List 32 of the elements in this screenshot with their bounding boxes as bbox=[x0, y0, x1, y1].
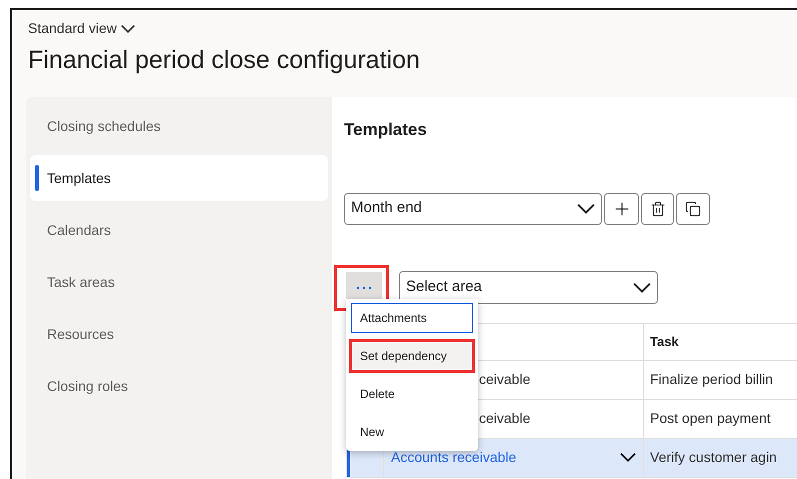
table-cell-text: Post open payment bbox=[650, 409, 771, 428]
chevron-down-icon bbox=[577, 204, 595, 214]
sidebar-item[interactable]: Task areas bbox=[30, 259, 328, 305]
sidebar-item[interactable]: Closing schedules bbox=[30, 103, 328, 149]
sidebar-item[interactable]: Templates bbox=[30, 155, 328, 201]
chevron-down-icon bbox=[120, 24, 135, 32]
more-icon bbox=[356, 286, 372, 290]
chevron-down-icon bbox=[620, 453, 636, 462]
trash-icon bbox=[650, 200, 666, 216]
menu-item[interactable]: Set dependency bbox=[352, 342, 472, 370]
copy-icon bbox=[685, 200, 701, 216]
table-cell-text: ceivable bbox=[479, 409, 530, 428]
menu-item[interactable]: Attachments bbox=[352, 304, 472, 332]
add-button[interactable] bbox=[604, 192, 639, 224]
dropdown-placeholder: Select area bbox=[406, 277, 482, 298]
dropdown-value: Month end bbox=[351, 198, 422, 218]
table-cell-text: Accounts receivable bbox=[391, 448, 516, 467]
delete-button[interactable] bbox=[641, 192, 674, 224]
view-selector[interactable]: Standard view bbox=[28, 18, 135, 39]
template-dropdown[interactable]: Month end bbox=[344, 192, 602, 224]
column-header[interactable]: Task bbox=[644, 324, 679, 360]
selection-indicator bbox=[35, 165, 39, 191]
sidebar-item[interactable]: Closing roles bbox=[30, 363, 328, 409]
sidebar-item[interactable]: Resources bbox=[30, 311, 328, 357]
section-title: Templates bbox=[344, 119, 428, 141]
sidebar-item[interactable]: Calendars bbox=[30, 207, 328, 253]
copy-button[interactable] bbox=[676, 192, 710, 224]
table-cell-text: Finalize period billin bbox=[650, 370, 773, 389]
chevron-down-icon bbox=[633, 282, 651, 292]
table-cell-text: Verify customer agin bbox=[650, 448, 777, 467]
table-cell-text: ceivable bbox=[479, 370, 530, 389]
page-title: Financial period close configuration bbox=[28, 45, 421, 76]
